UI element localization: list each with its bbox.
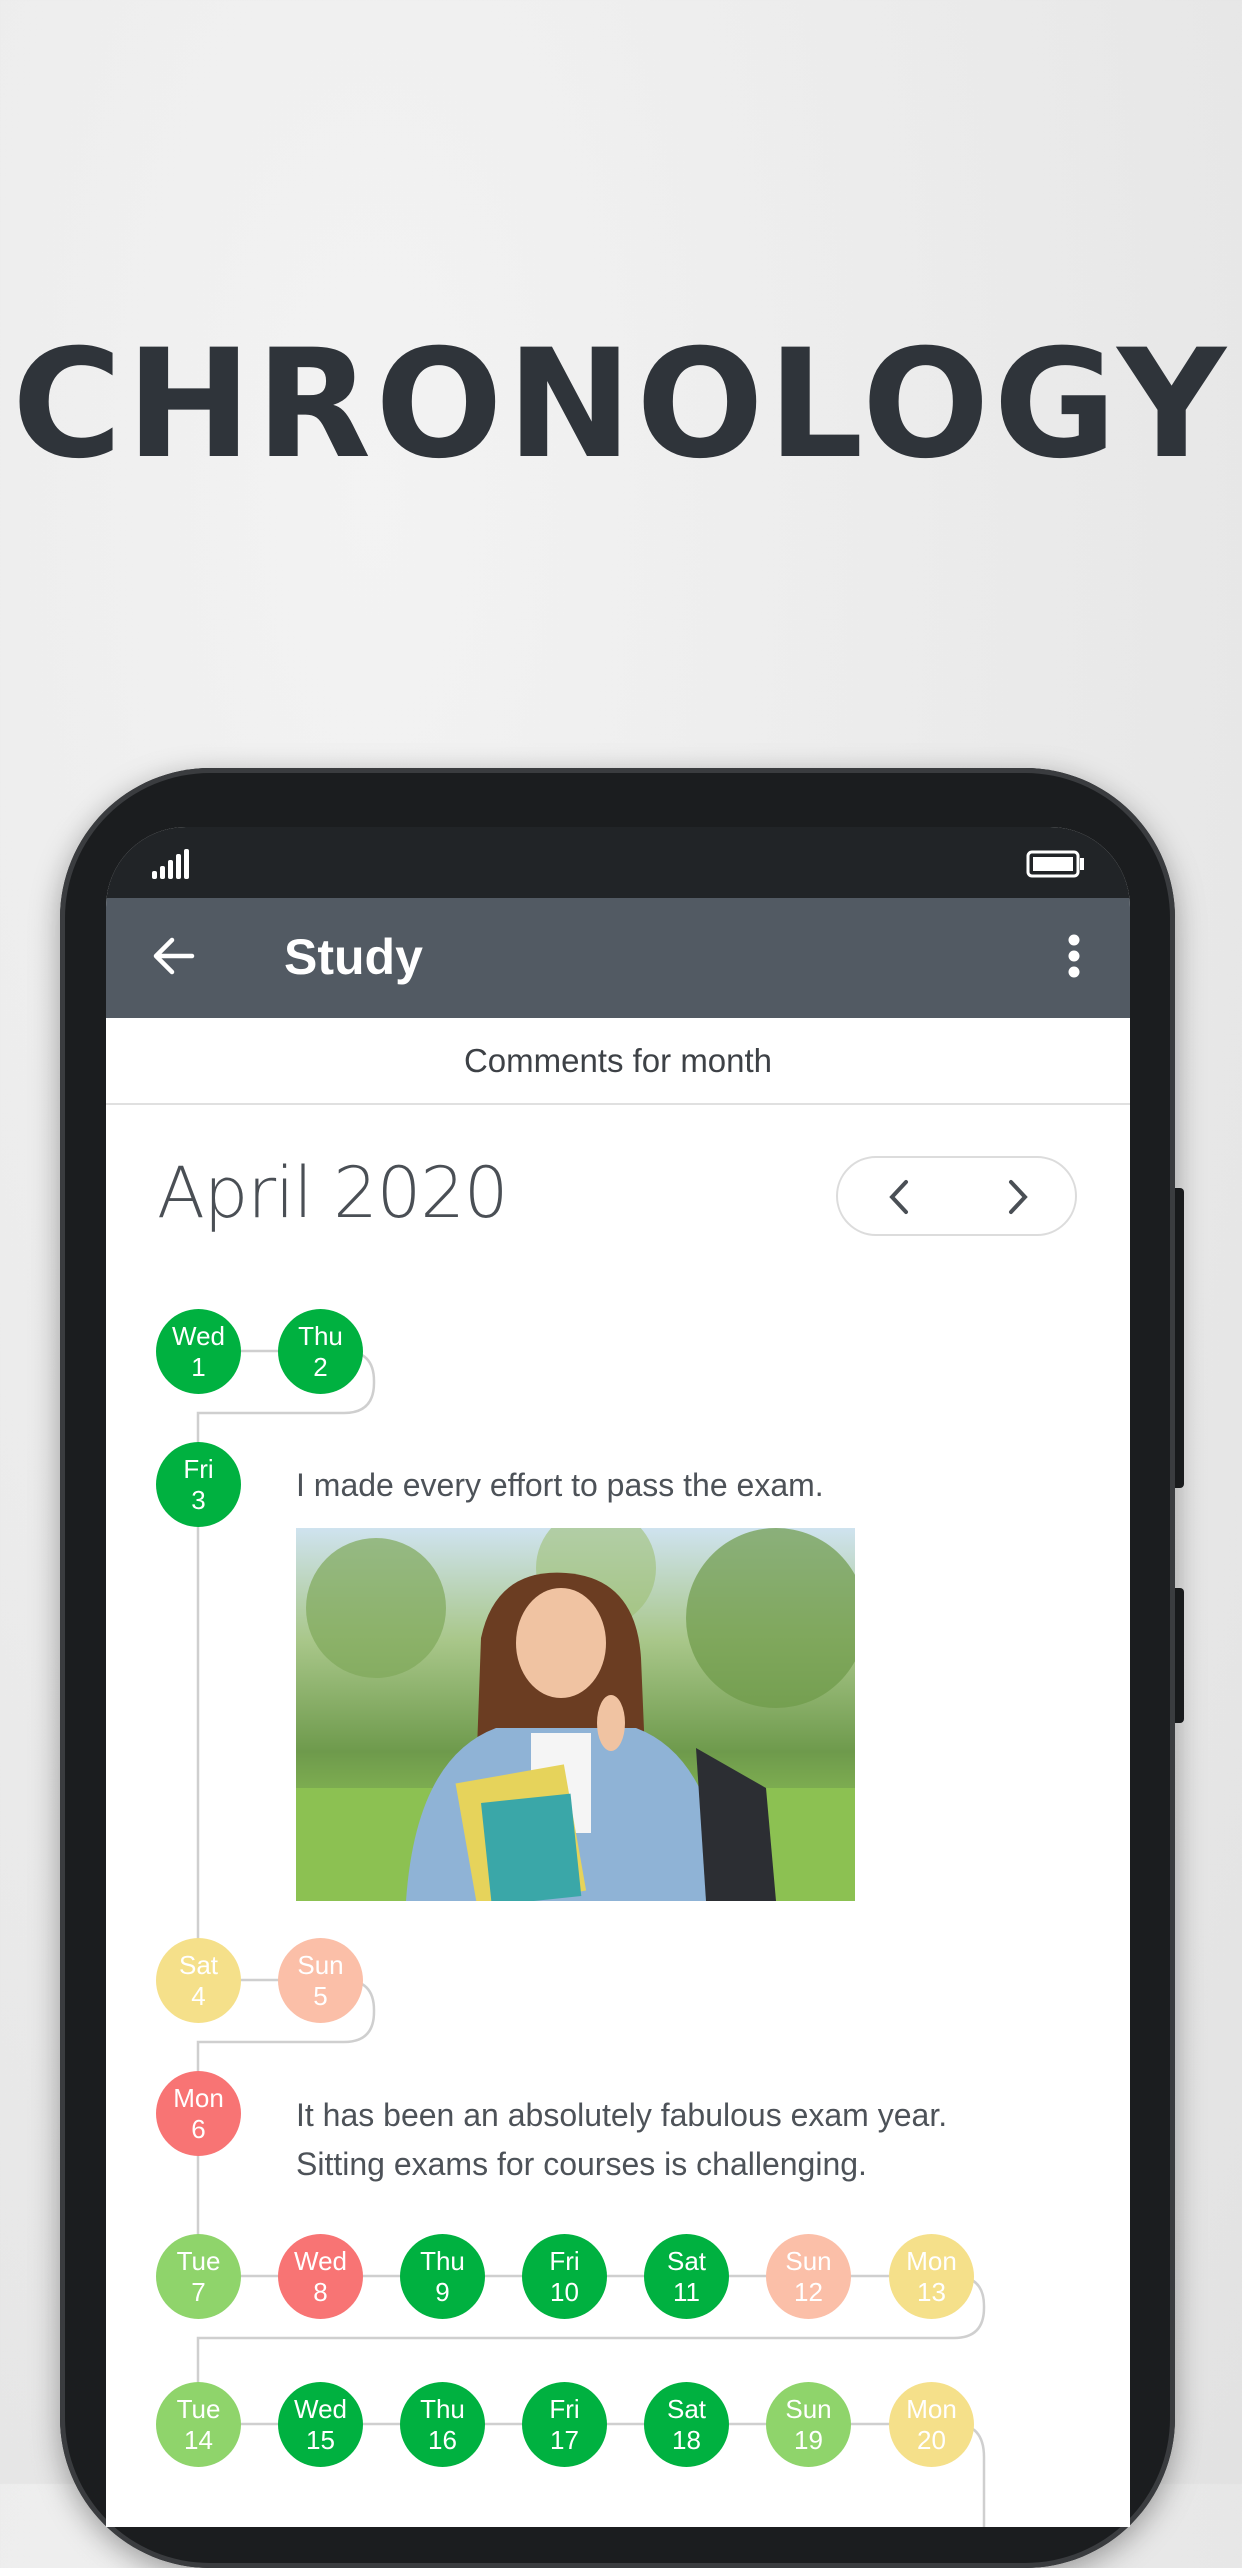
phone-screen: Study Comments for month April 2020 Wed 1… [106,827,1130,2527]
day-3[interactable]: Fri 3 [156,1442,241,1527]
student-photo-illustration [296,1528,855,1901]
comment-text: I made every effort to pass the exam. [296,1467,824,1503]
day-of-week: Mon [906,2393,957,2424]
day-of-week: Thu [420,2245,465,2276]
day-number: 4 [191,1980,206,2011]
day-of-week: Fri [549,2245,580,2276]
day-number: 19 [794,2424,823,2455]
day-15[interactable]: Wed 15 [278,2382,363,2467]
day-13[interactable]: Mon 13 [889,2234,974,2319]
day-number: 5 [313,1980,328,2011]
day-20[interactable]: Mon 20 [889,2382,974,2467]
day-of-week: Thu [298,1320,343,1351]
day-of-week: Sat [666,2245,707,2276]
day-of-week: Mon [173,2082,224,2113]
day-of-week: Sun [297,1949,344,1980]
day-number: 10 [550,2276,579,2307]
day-number: 20 [917,2424,946,2455]
day-number: 6 [191,2113,206,2144]
day-number: 3 [191,1484,206,1515]
day-1[interactable]: Wed 1 [156,1309,241,1394]
comment-text: Sitting exams for courses is challenging… [296,2146,867,2182]
day-10[interactable]: Fri 10 [522,2234,607,2319]
day-16[interactable]: Thu 16 [400,2382,485,2467]
day-14[interactable]: Tue 14 [156,2382,241,2467]
volume-button [1175,1188,1184,1488]
day-9[interactable]: Thu 9 [400,2234,485,2319]
day-number: 8 [313,2276,328,2307]
day-of-week: Mon [906,2245,957,2276]
day-number: 2 [313,1351,328,1382]
power-button [1175,1588,1184,1723]
day-of-week: Tue [176,2245,221,2276]
day-of-week: Wed [294,2393,347,2424]
day-of-week: Sat [666,2393,707,2424]
day-number: 7 [191,2276,206,2307]
day-8[interactable]: Wed 8 [278,2234,363,2319]
headline: CHRONOLOGY [12,318,1230,492]
day-of-week: Sat [178,1949,219,1980]
day-of-week: Wed [172,1320,225,1351]
day-19[interactable]: Sun 19 [766,2382,851,2467]
day-of-week: Fri [183,1453,214,1484]
day-of-week: Thu [420,2393,465,2424]
day-number: 12 [794,2276,823,2307]
comment-text: It has been an absolutely fabulous exam … [296,2097,948,2133]
day-5[interactable]: Sun 5 [278,1938,363,2023]
day-18[interactable]: Sat 18 [644,2382,729,2467]
day-12[interactable]: Sun 12 [766,2234,851,2319]
comment-photo[interactable] [296,1528,855,1901]
day-number: 1 [191,1351,206,1382]
day-of-week: Wed [294,2245,347,2276]
day-11[interactable]: Sat 11 [644,2234,729,2319]
day-number: 9 [435,2276,450,2307]
day-number: 16 [428,2424,457,2455]
day-number: 14 [184,2424,213,2455]
day-of-week: Fri [549,2393,580,2424]
day-number: 18 [672,2424,701,2455]
day-4[interactable]: Sat 4 [156,1938,241,2023]
day-6[interactable]: Mon 6 [156,2071,241,2156]
day-of-week: Tue [176,2393,221,2424]
day-7[interactable]: Tue 7 [156,2234,241,2319]
day-number: 15 [306,2424,335,2455]
day-of-week: Sun [785,2245,832,2276]
day-2[interactable]: Thu 2 [278,1309,363,1394]
day-number: 17 [550,2424,579,2455]
day-number: 13 [917,2276,946,2307]
day-17[interactable]: Fri 17 [522,2382,607,2467]
day-number: 11 [673,2276,700,2307]
day-of-week: Sun [785,2393,832,2424]
